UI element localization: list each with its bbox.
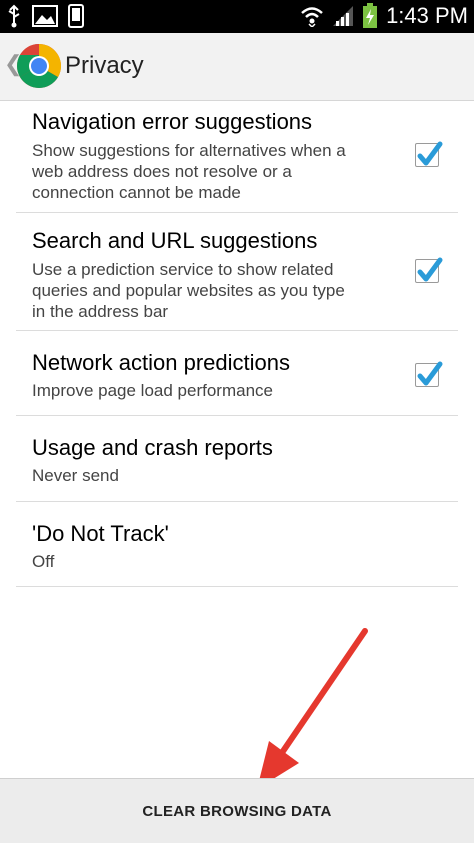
setting-title: 'Do Not Track' [32,521,169,546]
checkmark-icon [417,361,443,386]
page-title: Privacy [65,52,144,79]
checkmark-icon [417,141,443,166]
setting-navigation-error-suggestions[interactable]: Navigation error suggestions Show sugges… [16,100,458,213]
network-predictions-checkbox[interactable] [415,361,443,387]
status-bar-right: 1:43 PM [300,3,468,29]
setting-summary: Never send [32,466,119,485]
annotation-arrow-icon [257,628,368,789]
status-time: 1:43 PM [386,3,468,28]
signal-icon [332,5,354,27]
phone-icon [68,4,84,28]
checkmark-icon [417,257,443,282]
setting-title: Search and URL suggestions [32,228,318,253]
setting-network-action-predictions[interactable]: Network action predictions Improve page … [16,331,458,416]
clear-browsing-data-button[interactable]: CLEAR BROWSING DATA [0,779,474,843]
battery-charging-icon [362,3,378,29]
setting-summary: Use a prediction service to show related… [32,260,345,321]
setting-search-url-suggestions[interactable]: Search and URL suggestions Use a predict… [16,213,458,331]
settings-list: Navigation error suggestions Show sugges… [0,100,474,587]
setting-title: Usage and crash reports [32,435,273,460]
status-bar: 1:43 PM [0,0,474,33]
setting-summary: Off [32,552,55,571]
chrome-icon[interactable] [16,43,62,89]
setting-summary: Improve page load performance [32,381,273,400]
setting-title: Network action predictions [32,350,291,375]
setting-summary: Show suggestions for alternatives when a… [32,141,346,202]
image-icon [32,5,58,27]
bottom-bar: CLEAR BROWSING DATA [0,778,474,843]
search-url-checkbox[interactable] [415,257,443,283]
setting-title: Navigation error suggestions [32,109,313,134]
setting-usage-crash-reports[interactable]: Usage and crash reports Never send [16,416,458,502]
action-bar: ❮ Privacy [0,33,474,101]
usb-icon [6,4,22,28]
wifi-icon [300,5,324,27]
navigation-error-checkbox[interactable] [415,141,443,167]
setting-do-not-track[interactable]: 'Do Not Track' Off [16,502,458,587]
status-bar-left [6,4,84,28]
